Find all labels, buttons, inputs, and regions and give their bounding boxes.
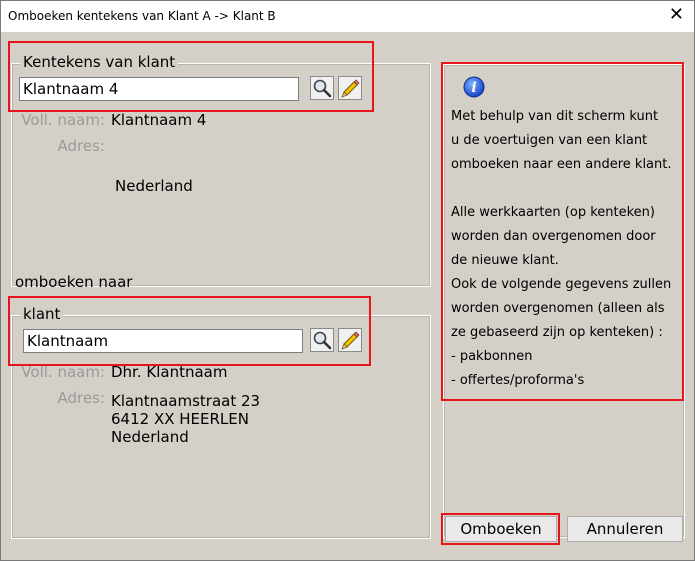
source-voll-naam-value: Klantnaam 4 [111, 111, 207, 129]
dialog-body: Kentekens van klant Klantnaam 4 Voll. na… [1, 32, 694, 560]
dialog-window: Omboeken kentekens van Klant A -> Klant … [0, 0, 695, 561]
title-bar: Omboeken kentekens van Klant A -> Klant … [1, 1, 694, 32]
source-highlight-box [8, 41, 374, 112]
target-address-line1: Klantnaamstraat 23 [111, 392, 261, 410]
omboeken-naar-label: omboeken naar [15, 273, 133, 291]
target-adres-label: Adres: [57, 389, 105, 407]
info-highlight-box [441, 62, 684, 401]
source-country: Nederland [115, 177, 193, 195]
target-highlight-box [8, 296, 371, 366]
source-voll-naam-label: Voll. naam: [21, 111, 105, 129]
annuleren-button[interactable]: Annuleren [567, 516, 683, 542]
close-icon[interactable]: ✕ [669, 6, 684, 24]
target-address-line2: 6412 XX HEERLEN [111, 410, 249, 428]
target-country: Nederland [111, 428, 189, 446]
omboeken-highlight-box [441, 513, 560, 545]
source-adres-label: Adres: [57, 137, 105, 155]
window-title: Omboeken kentekens van Klant A -> Klant … [8, 9, 276, 23]
